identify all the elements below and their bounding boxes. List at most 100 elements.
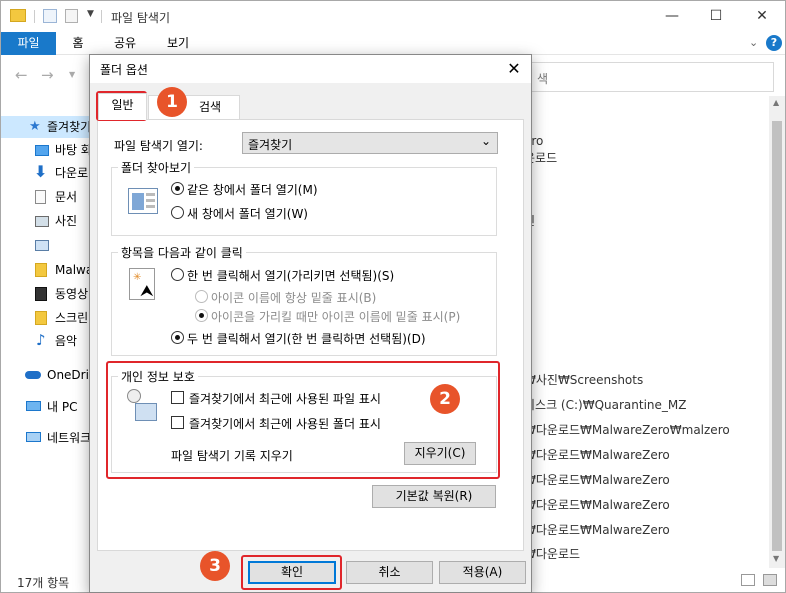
radio-label[interactable]: 한 번 클릭해서 열기(가리키면 선택됨)(S) [187,267,394,284]
help-icon[interactable]: ? [766,35,782,51]
scroll-up-icon[interactable]: ▲ [773,98,779,107]
nav-item-downloads[interactable]: ⬇ 다운로 [1,162,96,184]
general-tab-panel: 파일 탐색기 열기: 즐겨찾기 ⌄ 폴더 찾아보기 같은 창에서 폴더 열기(M… [97,119,524,551]
radio-same-window[interactable] [171,182,184,195]
maximize-icon[interactable]: ☐ [701,5,731,27]
nav-item-screenshots[interactable]: 스크린 [1,307,96,329]
close-icon[interactable]: ✕ [503,58,525,80]
folder-options-dialog: 폴더 옵션 ✕ 일반 검색 파일 탐색기 열기: 즐겨찾기 ⌄ 폴더 찾아보기 … [89,54,532,593]
back-icon[interactable]: ← [15,66,28,84]
scroll-down-icon[interactable]: ▼ [773,554,779,563]
nav-label: 바탕 화 [55,143,92,157]
path-cell[interactable]: ₩사진₩Screenshots [524,371,643,388]
qa-divider-2 [101,10,102,23]
large-icons-view-icon[interactable] [763,574,777,586]
path-cell[interactable]: 디스크 (C:)₩Quarantine_MZ [524,396,686,413]
nav-label: 내 PC [47,400,78,414]
radio-label[interactable]: 아이콘을 가리킬 때만 아이콘 이름에 밑줄 표시(P) [211,308,460,325]
computer-icon [26,401,41,411]
radio-underline-hover[interactable] [195,309,208,322]
nav-item-videos[interactable]: 동영상 [1,283,96,305]
recent-dropdown-icon[interactable]: ▼ [69,70,75,79]
tab-general[interactable]: 일반 [98,93,147,120]
ribbon-tabs: 파일 홈 공유 보기 ⌄ ? [1,32,785,55]
ribbon-tab-view[interactable]: 보기 [158,32,198,55]
path-cell[interactable]: ₩다운로드 [524,545,580,562]
click-items-group: 항목을 다음과 같이 클릭 ✳ ⮝ 한 번 클릭해서 열기(가리키면 선택됨)(… [111,244,497,356]
radio-underline-always[interactable] [195,290,208,303]
nav-label: 다운로 [55,166,89,180]
radio-label[interactable]: 두 번 클릭해서 열기(한 번 클릭하면 선택됨)(D) [187,330,426,347]
search-box[interactable]: 색 [526,62,774,92]
chevron-down-icon: ⌄ [480,134,491,148]
pictures-icon [35,216,49,227]
nav-label: Malwa [55,263,94,277]
single-click-icon: ✳ ⮝ [129,268,155,300]
nav-item-desktop[interactable]: 바탕 화 [1,139,96,161]
path-cell[interactable]: ₩다운로드₩MalwareZero [524,446,670,463]
nav-item-network[interactable]: 네트워크 [1,427,96,449]
properties-icon[interactable] [43,9,57,23]
window-title: 파일 탐색기 [111,11,171,25]
nav-label: 스크린 [55,311,89,325]
radio-new-window[interactable] [171,206,184,219]
radio-single-click[interactable] [171,268,184,281]
nav-label: 사진 [55,214,78,228]
dialog-titlebar: 폴더 옵션 ✕ [90,55,531,83]
music-note-icon: ♪ [36,331,46,349]
nav-item-quick-access[interactable]: ★ 즐겨찾기 [1,116,96,138]
document-icon [35,190,46,204]
highlight-privacy-group [106,361,500,479]
nav-item-music[interactable]: ♪ 음악 [1,330,96,352]
star-icon: ★ [29,119,41,134]
close-window-icon[interactable]: ✕ [747,5,777,27]
path-cell[interactable]: ₩다운로드₩MalwareZero [524,471,670,488]
ribbon-tab-home[interactable]: 홈 [63,32,93,55]
nav-item-this-pc[interactable]: 내 PC [1,396,96,418]
radio-label[interactable]: 같은 창에서 폴더 열기(M) [187,181,318,198]
radio-label[interactable]: 아이콘 이름에 항상 밑줄 표시(B) [211,289,376,306]
minimize-icon[interactable]: — [657,5,687,27]
navigation-pane: ★ 즐겨찾기 바탕 화 ⬇ 다운로 문서 사진 Malwa 동영상 스크린 ♪ … [1,108,96,568]
apply-button[interactable]: 적용(A) [439,561,526,584]
details-view-icon[interactable] [741,574,755,586]
radio-label[interactable]: 새 창에서 폴더 열기(W) [187,205,308,222]
cancel-button[interactable]: 취소 [346,561,433,584]
open-explorer-label: 파일 탐색기 열기: [114,139,203,153]
ribbon-tab-file[interactable]: 파일 [1,32,56,55]
open-explorer-select[interactable]: 즐겨찾기 ⌄ [242,132,498,154]
desktop-icon [35,145,49,156]
nav-label: 음악 [55,334,78,348]
nav-item-onedrive[interactable]: OneDriv [1,364,96,386]
step-badge-2: 2 [430,384,460,414]
browse-folders-icon [128,188,158,214]
path-cell[interactable]: ₩다운로드₩MalwareZero [524,521,670,538]
radio-double-click[interactable] [171,331,184,344]
nav-item-malware[interactable]: Malwa [1,259,96,281]
download-arrow-icon: ⬇ [34,162,48,181]
folder-icon [10,9,26,22]
nav-label: 동영상 [55,287,89,301]
nav-item-documents[interactable]: 문서 [1,186,96,208]
step-badge-1: 1 [157,87,187,117]
new-folder-icon[interactable] [65,9,78,23]
forward-icon[interactable]: → [41,66,54,84]
qa-divider-1 [34,10,35,23]
step-badge-3: 3 [200,551,230,581]
nav-label: 즐겨찾기 [47,120,92,134]
path-cell[interactable]: ₩다운로드₩MalwareZero₩malzero [524,421,730,438]
highlight-ok-button [241,555,342,590]
path-cell[interactable]: ₩다운로드₩MalwareZero [524,496,670,513]
select-value: 즐겨찾기 [248,138,293,152]
scroll-thumb[interactable] [772,121,782,551]
restore-defaults-button[interactable]: 기본값 복원(R) [372,485,496,508]
nav-item-pictures[interactable]: 사진 [1,210,96,232]
nav-label: 네트워크 [47,431,92,445]
search-placeholder-partial: 색 [537,72,549,86]
ribbon-expand-icon[interactable]: ⌄ [749,36,758,49]
ribbon-tab-share[interactable]: 공유 [105,32,145,55]
scrollbar[interactable]: ▲ ▼ [769,96,785,568]
nav-item-unnamed[interactable] [1,234,96,256]
qa-dropdown-icon[interactable]: ▼ [87,9,94,19]
explorer-titlebar: ▼ 파일 탐색기 — ☐ ✕ [1,1,785,32]
